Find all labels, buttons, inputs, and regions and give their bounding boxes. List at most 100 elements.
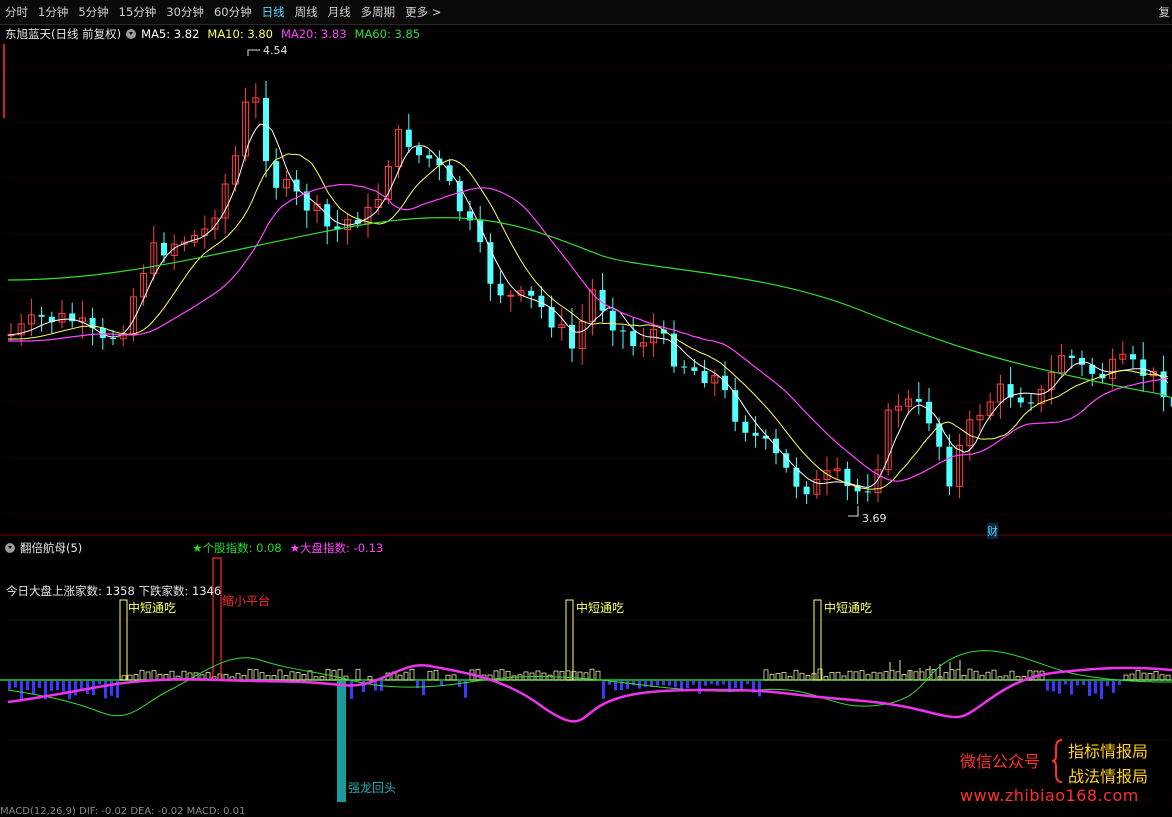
indicator-bar <box>8 681 11 690</box>
green-indicator-line <box>7 650 1172 717</box>
indicator-bar <box>668 681 671 686</box>
candle-body <box>609 310 616 331</box>
indicator-bar <box>781 672 787 681</box>
candle-body <box>926 401 932 424</box>
indicator-bar <box>350 681 353 699</box>
indicator-bar <box>14 681 17 688</box>
indicator-bar <box>955 669 961 681</box>
watermark-line2: 战法情报局 <box>1068 767 1149 786</box>
sub-chart-header: 翻倍航母(5) ★个股指数: 0.08 ★大盘指数: -0.13 <box>0 540 383 556</box>
indicator-bar <box>451 674 457 681</box>
indicator-bar <box>1052 681 1055 692</box>
candle-body <box>263 97 269 162</box>
indicator-bar <box>331 670 337 681</box>
watermark-url[interactable]: www.zhibiao168.com <box>960 786 1139 805</box>
indicator-bar <box>145 671 151 681</box>
indicator-bar <box>746 681 749 685</box>
indicator-bar <box>535 670 541 681</box>
indicator-bar <box>967 668 973 681</box>
indicator-bar <box>1135 669 1141 681</box>
watermark-account: 微信公众号 <box>960 752 1041 771</box>
candle-body <box>1017 397 1024 403</box>
indicator-bar <box>704 681 707 686</box>
candle-body <box>446 165 453 182</box>
indicator-bar <box>716 681 719 686</box>
ma10-line <box>8 153 1169 490</box>
indicator-bar <box>1082 681 1085 686</box>
ma-lines <box>7 123 1172 490</box>
candle-body <box>38 314 45 317</box>
indicator-bar <box>133 674 139 681</box>
indicator-bar <box>1118 681 1121 685</box>
indicator-bar <box>26 681 29 691</box>
candle-body <box>1130 354 1136 360</box>
indicator-bar <box>602 681 605 699</box>
indicator-bar <box>889 669 895 681</box>
indicator-bar <box>1064 681 1067 685</box>
indicator-bar <box>722 681 725 685</box>
candle-body <box>405 129 412 147</box>
grid-lines <box>0 44 1172 536</box>
indicator-bar <box>1094 681 1097 694</box>
signal-label-2: 缩小平台 <box>222 594 271 608</box>
indicator-bar <box>901 673 907 681</box>
finance-event-badge[interactable]: 财 <box>987 523 998 539</box>
signal-label-3: 中短通吃 <box>576 601 625 615</box>
indicator-bar <box>589 668 595 681</box>
ma20-line <box>8 183 1169 482</box>
indicator-bar <box>427 670 433 681</box>
indicator-bar <box>865 674 871 681</box>
candle-body <box>1028 402 1034 404</box>
indicator-bar <box>433 669 439 681</box>
indicator-bar <box>913 671 919 681</box>
candle-body <box>1068 355 1075 358</box>
indicator-bar <box>295 672 301 681</box>
indicator-bar <box>337 669 343 681</box>
candle-body <box>416 146 422 156</box>
indicator-bar <box>247 669 253 681</box>
indicator-bar <box>289 671 295 681</box>
dropdown-circle-icon-sub[interactable] <box>5 543 15 553</box>
indicator-bar <box>793 669 799 681</box>
indicator-bar <box>847 670 853 681</box>
indicator-bar <box>632 681 635 686</box>
candle-body <box>110 337 116 339</box>
candle-body <box>915 398 922 402</box>
candle-body <box>324 204 331 227</box>
candle-body <box>161 242 167 256</box>
low-price-label: 3.69 <box>862 512 887 525</box>
indicator-bar <box>853 671 859 681</box>
candle-body <box>599 289 606 311</box>
candlestick-series <box>7 49 1172 517</box>
indicator-bar <box>355 668 361 681</box>
candle-body <box>946 446 953 487</box>
indicator-bar <box>151 670 157 681</box>
indicator-name[interactable]: 翻倍航母(5) <box>20 540 82 556</box>
indicator-bar <box>253 669 259 681</box>
indicator-bar <box>1076 681 1079 686</box>
low-marker <box>848 506 859 517</box>
indicator-bar <box>763 669 769 681</box>
high-marker <box>247 49 260 56</box>
indicator-bar <box>277 669 283 681</box>
indicator-lines <box>7 650 1172 723</box>
brace-icon <box>1051 739 1063 783</box>
stock-index-value: ★个股指数: 0.08 <box>192 541 282 555</box>
indicator-bar <box>553 670 559 681</box>
indicator-bar <box>758 681 761 697</box>
signal-bar-3 <box>565 599 574 681</box>
indicator-bar <box>1129 673 1135 681</box>
candle-body <box>732 390 739 422</box>
indicator-bar <box>104 681 107 699</box>
kline-chart[interactable] <box>0 0 1172 813</box>
indicator-bar <box>895 671 901 681</box>
indicator-bar <box>301 673 307 681</box>
indicator-bar <box>656 681 659 686</box>
indicator-bar <box>1112 681 1115 693</box>
indicator-bar <box>662 681 665 686</box>
candle-body <box>681 366 688 368</box>
indicator-bar <box>769 673 775 681</box>
ma5-line <box>7 123 1169 489</box>
indicator-bar <box>1009 670 1015 681</box>
signal-bar-2 <box>212 557 222 681</box>
